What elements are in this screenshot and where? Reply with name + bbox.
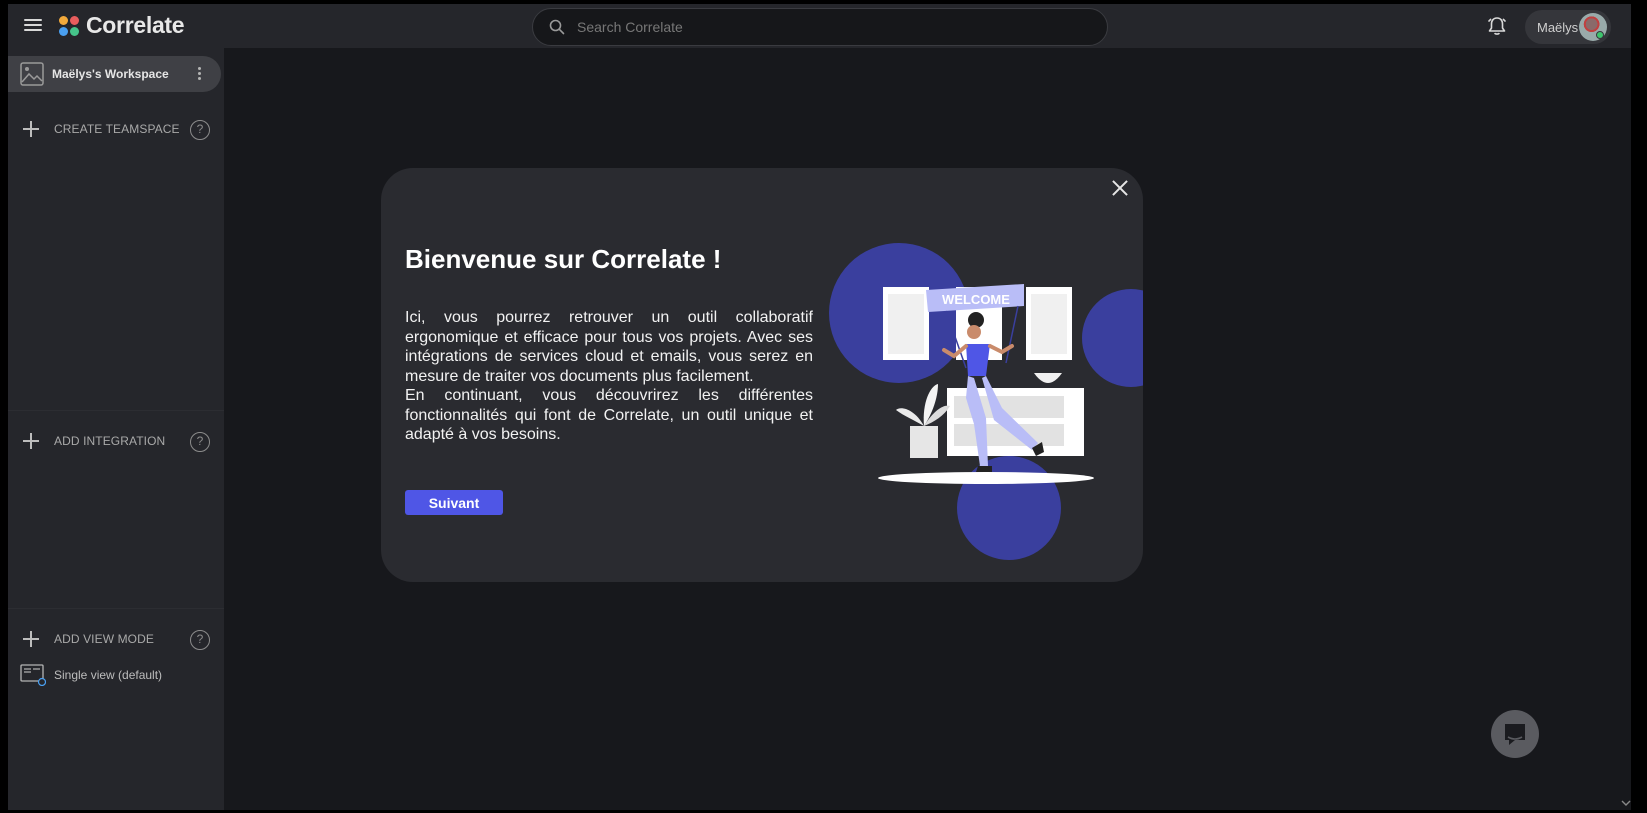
section-divider xyxy=(8,410,224,411)
plus-icon xyxy=(22,432,40,450)
top-bar: Correlate Maëlys xyxy=(8,4,1631,48)
workspace-label: Maëlys's Workspace xyxy=(52,67,169,81)
plus-icon xyxy=(22,630,40,648)
add-view-mode-label: ADD VIEW MODE xyxy=(54,632,154,646)
chat-icon xyxy=(1505,724,1525,745)
view-item-label: Single view (default) xyxy=(54,668,163,682)
online-status-indicator xyxy=(1596,31,1604,39)
create-teamspace-button[interactable]: CREATE TEAMSPACE xyxy=(22,120,180,138)
modal-body: Ici, vous pourrez retrouver un outil col… xyxy=(405,308,813,445)
chat-launcher-button[interactable] xyxy=(1491,710,1539,758)
search-bar[interactable] xyxy=(532,8,1108,46)
app-logo[interactable]: Correlate xyxy=(58,12,185,39)
modal-title: Bienvenue sur Correlate ! xyxy=(405,244,722,274)
section-divider xyxy=(8,608,224,609)
chevron-down-icon[interactable] xyxy=(1621,798,1631,808)
image-icon xyxy=(20,62,44,86)
single-view-icon xyxy=(20,664,46,686)
welcome-modal: Bienvenue sur Correlate ! Ici, vous pour… xyxy=(381,168,1143,582)
help-icon[interactable]: ? xyxy=(190,630,210,650)
workspace-selector[interactable]: Maëlys's Workspace xyxy=(8,56,221,92)
search-input[interactable] xyxy=(577,19,1057,35)
plus-icon xyxy=(22,120,40,138)
view-item-single[interactable]: Single view (default) xyxy=(20,664,162,686)
help-icon[interactable]: ? xyxy=(190,432,210,452)
avatar xyxy=(1579,13,1607,41)
app-name: Correlate xyxy=(86,12,185,38)
menu-icon[interactable] xyxy=(22,16,44,36)
sidebar: Maëlys's Workspace CREATE TEAMSPACE ? AD… xyxy=(8,48,224,810)
welcome-illustration: WELCOME xyxy=(829,243,1143,560)
banner-text: WELCOME xyxy=(942,292,1010,307)
add-view-mode-button[interactable]: ADD VIEW MODE xyxy=(22,630,154,648)
user-name: Maëlys xyxy=(1537,19,1579,35)
modal-paragraph: Ici, vous pourrez retrouver un outil col… xyxy=(405,309,813,385)
logo-mark-icon xyxy=(58,15,80,37)
user-menu-button[interactable]: Maëlys xyxy=(1525,10,1611,44)
search-icon xyxy=(549,19,565,35)
bell-icon[interactable] xyxy=(1486,15,1508,37)
more-options-icon[interactable] xyxy=(196,66,202,82)
close-icon[interactable] xyxy=(1111,179,1129,197)
add-integration-label: ADD INTEGRATION xyxy=(54,434,166,448)
create-teamspace-label: CREATE TEAMSPACE xyxy=(54,122,180,136)
modal-paragraph: En continuant, vous découvrirez les diff… xyxy=(405,387,813,443)
help-icon[interactable]: ? xyxy=(190,120,210,140)
next-button[interactable]: Suivant xyxy=(405,490,503,515)
add-integration-button[interactable]: ADD INTEGRATION xyxy=(22,432,165,450)
